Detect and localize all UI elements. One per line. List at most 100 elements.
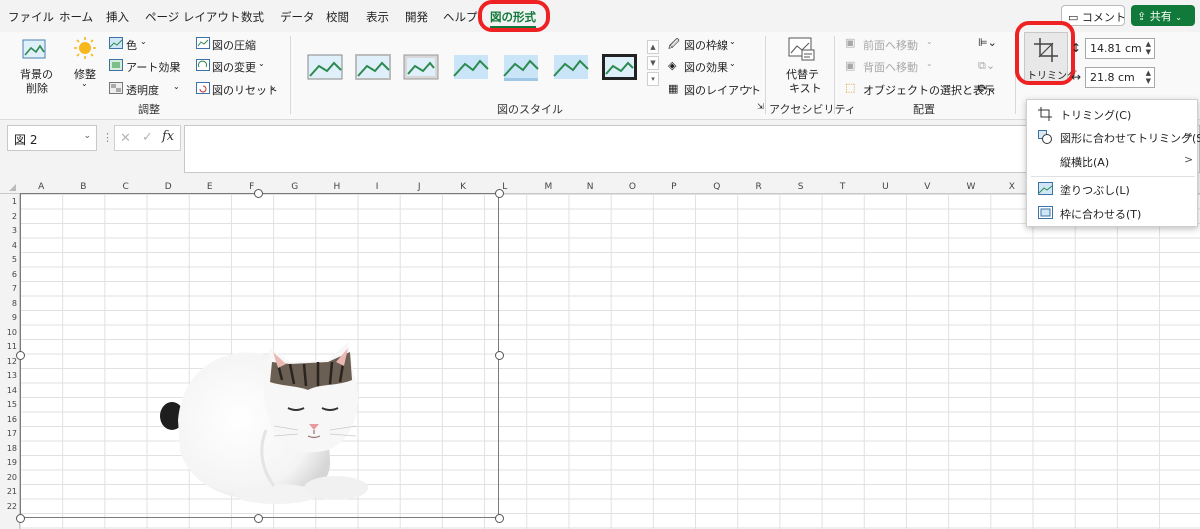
row-header[interactable]: 2 [0, 212, 17, 221]
select-all-corner[interactable] [9, 184, 16, 191]
row-header[interactable]: 13 [0, 371, 17, 380]
menu-item-fill[interactable]: 塗りつぶし(L) [1027, 178, 1197, 200]
row-header[interactable]: 3 [0, 226, 17, 235]
align-icon[interactable]: ⊫⌄ [978, 36, 997, 49]
style-thumbnail-2[interactable] [355, 52, 393, 82]
crop-icon [1038, 107, 1052, 121]
tab-developer[interactable]: 開発 [405, 9, 428, 25]
style-thumbnail-7[interactable] [601, 52, 639, 82]
row-header[interactable]: 7 [0, 284, 17, 293]
tab-data[interactable]: データ [280, 9, 315, 25]
row-header[interactable]: 6 [0, 270, 17, 279]
column-header[interactable]: T [840, 182, 846, 192]
column-header[interactable]: C [123, 182, 129, 192]
change-picture-icon [196, 59, 210, 71]
row-header[interactable]: 17 [0, 429, 17, 438]
enter-check-icon[interactable]: ✓ [142, 130, 153, 145]
column-header[interactable]: U [882, 182, 889, 192]
column-header[interactable]: G [291, 182, 298, 192]
menu-item-aspect-ratio[interactable]: 縦横比(A) > [1027, 150, 1197, 172]
tab-file[interactable]: ファイル [8, 9, 54, 25]
gallery-expand[interactable]: ▾ [647, 72, 659, 86]
row-header[interactable]: 4 [0, 241, 17, 250]
dialog-launcher-icon[interactable]: ⇲ [757, 102, 764, 111]
spinner-icon[interactable]: ▲ ▼ [1146, 40, 1151, 56]
column-header[interactable]: R [756, 182, 762, 192]
row-header[interactable]: 9 [0, 313, 17, 322]
column-header[interactable]: D [165, 182, 172, 192]
width-input[interactable]: 21.8 cm ▲ ▼ [1085, 67, 1155, 88]
column-header[interactable]: N [587, 182, 594, 192]
gallery-scroll-up[interactable]: ▲ [647, 40, 659, 54]
column-header[interactable]: I [376, 182, 379, 192]
spinner-icon[interactable]: ▲ ▼ [1146, 69, 1151, 85]
column-header[interactable]: M [545, 182, 553, 192]
row-header[interactable]: 10 [0, 328, 17, 337]
row-header[interactable]: 18 [0, 444, 17, 453]
row-header[interactable]: 15 [0, 400, 17, 409]
share-button[interactable]: ⇪ 共有 ⌄ [1131, 5, 1195, 26]
cancel-icon[interactable]: ✕ [120, 131, 131, 146]
gallery-scroll-down[interactable]: ▼ [647, 56, 659, 70]
resize-handle-top[interactable] [254, 189, 263, 198]
row-header[interactable]: 12 [0, 357, 17, 366]
menu-item-fit-label: 枠に合わせる(T) [1060, 208, 1142, 221]
insert-function-icon[interactable]: fx [162, 129, 174, 144]
name-box[interactable]: 図 2 ⌄ [7, 125, 97, 151]
rotate-icon[interactable]: ⟳⌄ [978, 82, 996, 95]
column-header[interactable]: A [38, 182, 44, 192]
menu-item-fit[interactable]: 枠に合わせる(T) [1027, 202, 1197, 224]
tab-insert[interactable]: 挿入 [106, 9, 129, 25]
style-thumbnail-4[interactable] [453, 52, 491, 82]
menu-item-crop[interactable]: トリミング(C) [1027, 103, 1197, 125]
chevron-down-icon: ⌄ [747, 82, 754, 91]
style-thumbnail-5[interactable] [503, 52, 541, 82]
column-header[interactable]: X [1009, 182, 1015, 192]
resize-handle-bottom-right[interactable] [495, 514, 504, 523]
tab-formulas[interactable]: 数式 [241, 9, 264, 25]
tab-review[interactable]: 校閲 [326, 9, 349, 25]
height-input[interactable]: 14.81 cm ▲ ▼ [1085, 38, 1155, 59]
share-icon: ⇪ [1137, 10, 1147, 23]
column-header[interactable]: K [460, 182, 466, 192]
column-header[interactable]: J [418, 182, 421, 192]
row-header[interactable]: 16 [0, 415, 17, 424]
resize-handle-left[interactable] [16, 351, 25, 360]
comment-button[interactable]: ▭ コメント [1061, 5, 1126, 26]
group-objects-icon[interactable]: ⧉⌄ [978, 59, 995, 73]
row-header[interactable]: 5 [0, 255, 17, 264]
resize-handle-bottom-left[interactable] [16, 514, 25, 523]
tab-home[interactable]: ホーム [59, 9, 93, 25]
row-header[interactable]: 8 [0, 299, 17, 308]
art-effects-label: アート効果 [126, 61, 181, 74]
resize-handle-top-right[interactable] [495, 189, 504, 198]
chevron-down-icon: ⌄ [175, 59, 182, 68]
row-header[interactable]: 22 [0, 502, 17, 511]
column-header[interactable]: H [334, 182, 341, 192]
row-header[interactable]: 20 [0, 473, 17, 482]
row-header[interactable]: 14 [0, 386, 17, 395]
menu-item-crop-to-shape[interactable]: 図形に合わせてトリミング(S) > [1027, 126, 1200, 148]
column-header[interactable]: W [967, 182, 976, 192]
highlight-ring-tab [478, 0, 550, 32]
change-picture-label: 図の変更 [212, 61, 256, 74]
tab-page-layout[interactable]: ページ レイアウト [145, 9, 240, 25]
tab-help[interactable]: ヘルプ [443, 9, 478, 25]
style-thumbnail-1[interactable] [307, 52, 345, 82]
row-header[interactable]: 1 [0, 197, 17, 206]
resize-handle-right[interactable] [495, 351, 504, 360]
column-header[interactable]: O [629, 182, 636, 192]
row-header[interactable]: 11 [0, 342, 17, 351]
column-header[interactable]: B [80, 182, 86, 192]
style-thumbnail-3[interactable] [403, 52, 441, 82]
row-header[interactable]: 19 [0, 458, 17, 467]
column-header[interactable]: S [798, 182, 804, 192]
column-header[interactable]: P [671, 182, 676, 192]
column-header[interactable]: Q [713, 182, 720, 192]
column-header[interactable]: V [924, 182, 930, 192]
row-header[interactable]: 21 [0, 487, 17, 496]
style-thumbnail-6[interactable] [553, 52, 591, 82]
tab-view[interactable]: 表示 [366, 9, 389, 25]
resize-handle-bottom[interactable] [254, 514, 263, 523]
column-header[interactable]: E [207, 182, 213, 192]
